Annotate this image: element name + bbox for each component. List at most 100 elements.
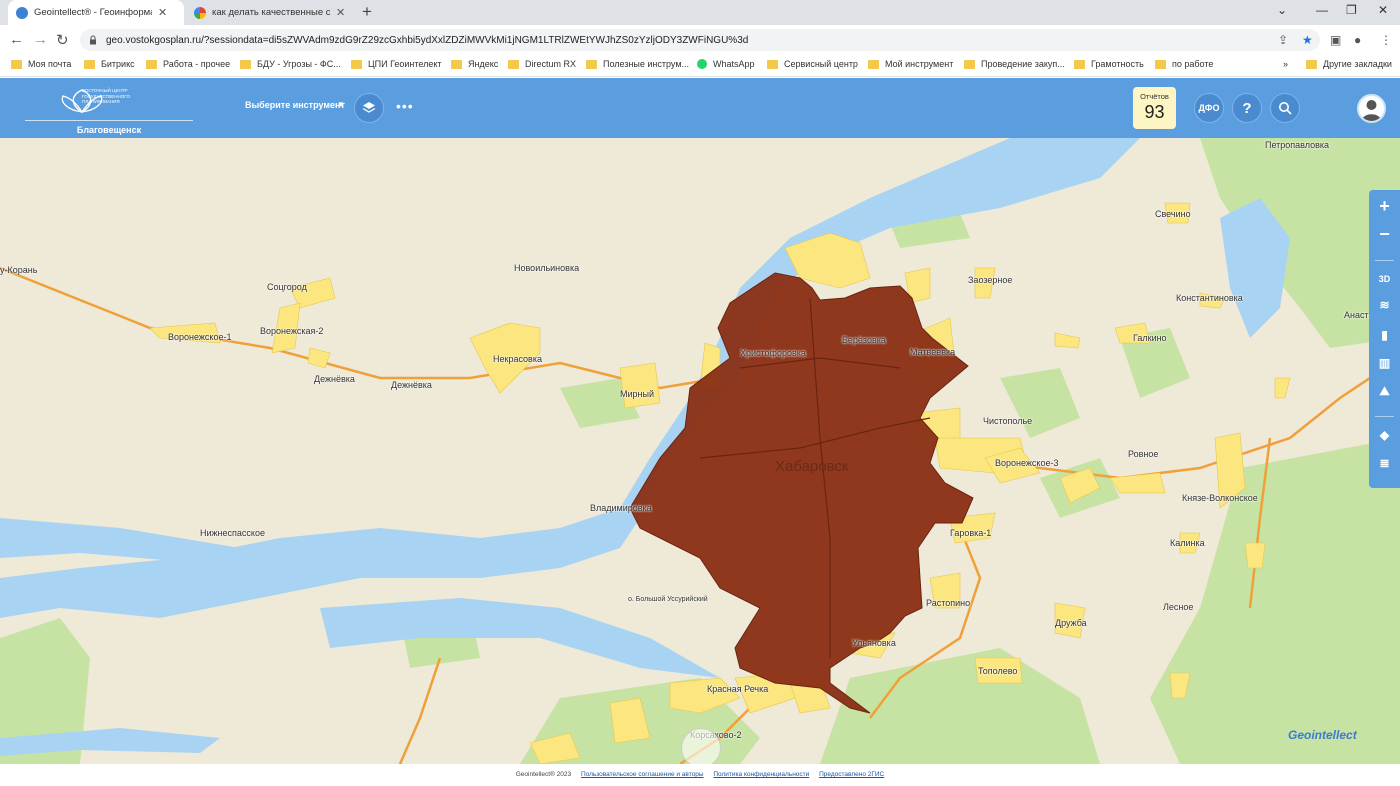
profile-icon[interactable]: ●: [1354, 33, 1361, 47]
forward-button[interactable]: →: [33, 31, 48, 48]
bookmark-item[interactable]: Directum RX: [508, 59, 576, 69]
logo-text: ВОСТОЧНЫЙ ЦЕНТР ГОСУДАРСТВЕННОГО ПЛАНИРО…: [82, 88, 130, 104]
search-icon: [1279, 102, 1292, 115]
place-label: Ульяновка: [852, 638, 896, 648]
map-svg[interactable]: [0, 138, 1400, 764]
bookmark-item[interactable]: ЦПИ Геоинтелект: [351, 59, 442, 69]
city-boundary-polygon[interactable]: [629, 272, 974, 714]
address-bar-row: ← → ↻ geo.vostokgosplan.ru/?sessiondata=…: [0, 25, 1400, 55]
reload-button[interactable]: ↻: [56, 31, 69, 49]
bookmark-item[interactable]: Работа - прочее: [146, 59, 230, 69]
close-window-button[interactable]: ✕: [1378, 3, 1388, 17]
terms-link[interactable]: Пользовательское соглашение и авторы: [581, 771, 704, 778]
layers-stack-icon[interactable]: ≣: [1369, 456, 1400, 470]
buildings-icon[interactable]: ▥: [1369, 356, 1400, 370]
reports-counter[interactable]: Отчётов 93: [1133, 87, 1176, 129]
close-tab-icon[interactable]: ✕: [158, 6, 167, 19]
bookmark-item[interactable]: Битрикс: [84, 59, 135, 69]
user-avatar[interactable]: [1357, 94, 1386, 123]
share-icon[interactable]: ⇪: [1278, 33, 1288, 47]
close-tab-icon[interactable]: ✕: [336, 6, 345, 19]
bookmark-item[interactable]: Проведение закуп...: [964, 59, 1065, 69]
map-canvas[interactable]: Петропавловка Свечино Новоильиновка у-Ко…: [0, 138, 1400, 764]
terrain-icon[interactable]: ⛰: [1369, 384, 1400, 399]
privacy-link[interactable]: Политика конфиденциальности: [713, 771, 809, 778]
minimize-button[interactable]: —: [1316, 3, 1328, 17]
ruler-icon[interactable]: ◆: [1369, 428, 1400, 442]
place-label: Воронежская-2: [260, 326, 324, 336]
back-button[interactable]: ←: [9, 31, 24, 48]
bookmark-item[interactable]: БДУ - Угрозы - ФС...: [240, 59, 341, 69]
place-label: Константиновка: [1176, 293, 1243, 303]
other-bookmarks[interactable]: Другие закладки: [1306, 59, 1392, 69]
url-field[interactable]: geo.vostokgosplan.ru/?sessiondata=di5sZW…: [80, 29, 1320, 51]
divider: [1375, 260, 1394, 261]
lock-icon: [90, 35, 96, 45]
place-label: Соцгород: [267, 282, 307, 292]
app-header: ВОСТОЧНЫЙ ЦЕНТР ГОСУДАРСТВЕННОГО ПЛАНИРО…: [0, 78, 1400, 138]
tab-title: как делать качественные снимки: [212, 7, 330, 18]
folder-icon: [146, 59, 157, 69]
chevron-down-icon[interactable]: ▼: [337, 100, 345, 109]
region-button[interactable]: ДФО: [1194, 93, 1224, 123]
browser-tab-active[interactable]: Geointellect® - Геоинформационн ✕: [8, 0, 184, 25]
browser-tab[interactable]: как делать качественные снимки ✕: [186, 0, 356, 25]
restore-button[interactable]: ❐: [1346, 3, 1357, 17]
new-tab-button[interactable]: +: [362, 2, 372, 22]
bookmarks-overflow[interactable]: »: [1283, 59, 1288, 69]
place-label: Гаровка-1: [950, 528, 992, 538]
menu-icon[interactable]: ⋮: [1380, 33, 1392, 47]
logo-divider: [25, 120, 193, 121]
google-favicon-icon: [194, 6, 206, 19]
more-icon[interactable]: •••: [396, 98, 414, 114]
bookmark-item[interactable]: Полезные инструм...: [586, 59, 689, 69]
place-label: Мирный: [620, 389, 654, 399]
city-name[interactable]: Благовещенск: [25, 125, 193, 135]
side-panel-icon[interactable]: ▣: [1330, 33, 1341, 47]
bookmark-item[interactable]: Сервисный центр: [767, 59, 858, 69]
search-button[interactable]: [1270, 93, 1300, 123]
layers-button[interactable]: [354, 93, 384, 123]
url-text: geo.vostokgosplan.ru/?sessiondata=di5sZW…: [106, 34, 749, 46]
user-icon: [1362, 100, 1381, 121]
bookmark-item[interactable]: Яндекс: [451, 59, 498, 69]
map-controls-panel: + − 3D ≋ ▮ ▥ ⛰ ◆ ≣: [1369, 190, 1400, 488]
tool-select[interactable]: Выберите инструмент: [245, 100, 345, 110]
help-button[interactable]: ?: [1232, 93, 1262, 123]
bookmark-item[interactable]: по работе: [1155, 59, 1213, 69]
bookmark-item[interactable]: Мой инструмент: [868, 59, 953, 69]
compass-icon[interactable]: [681, 728, 721, 764]
divider: [1375, 416, 1394, 417]
place-label: Растопино: [926, 598, 971, 608]
bookmark-item[interactable]: Моя почта: [11, 59, 71, 69]
place-label: Дежнёвка: [314, 374, 355, 384]
provided-by-link[interactable]: Предоставлено 2ГИС: [819, 771, 884, 778]
3d-button[interactable]: 3D: [1369, 274, 1400, 284]
folder-icon: [351, 59, 362, 69]
bookmark-item[interactable]: WhatsApp: [697, 59, 755, 69]
tab-search-icon[interactable]: ⌄: [1277, 3, 1287, 17]
logo[interactable]: ВОСТОЧНЫЙ ЦЕНТР ГОСУДАРСТВЕННОГО ПЛАНИРО…: [25, 82, 193, 135]
place-label: Некрасовка: [493, 354, 542, 364]
folder-icon: [868, 59, 879, 69]
folder-icon: [1306, 59, 1317, 69]
place-label: Калинка: [1170, 538, 1205, 548]
bookmark-item[interactable]: Грамотность: [1074, 59, 1144, 69]
place-label: Ровное: [1128, 449, 1159, 459]
traffic-light-icon[interactable]: ▮: [1369, 328, 1400, 342]
copyright: Geointellect® 2023: [515, 771, 572, 778]
place-label: Дружба: [1055, 618, 1087, 628]
geointellect-watermark: Geointellect: [1288, 728, 1357, 742]
zoom-in-button[interactable]: +: [1369, 196, 1400, 217]
place-label: Тополево: [978, 666, 1018, 676]
browser-tabstrip: Geointellect® - Геоинформационн ✕ как де…: [0, 0, 1400, 25]
folder-icon: [1155, 59, 1166, 69]
place-label: Христофоровка: [740, 348, 806, 358]
bookmark-star-icon[interactable]: ★: [1302, 33, 1313, 47]
place-label: Чистополье: [983, 416, 1033, 426]
geointellect-favicon-icon: [16, 6, 28, 19]
footer: Geointellect® 2023 Пользовательское согл…: [0, 764, 1400, 786]
folder-icon: [508, 59, 519, 69]
wind-icon[interactable]: ≋: [1369, 298, 1400, 312]
zoom-out-button[interactable]: −: [1369, 224, 1400, 245]
